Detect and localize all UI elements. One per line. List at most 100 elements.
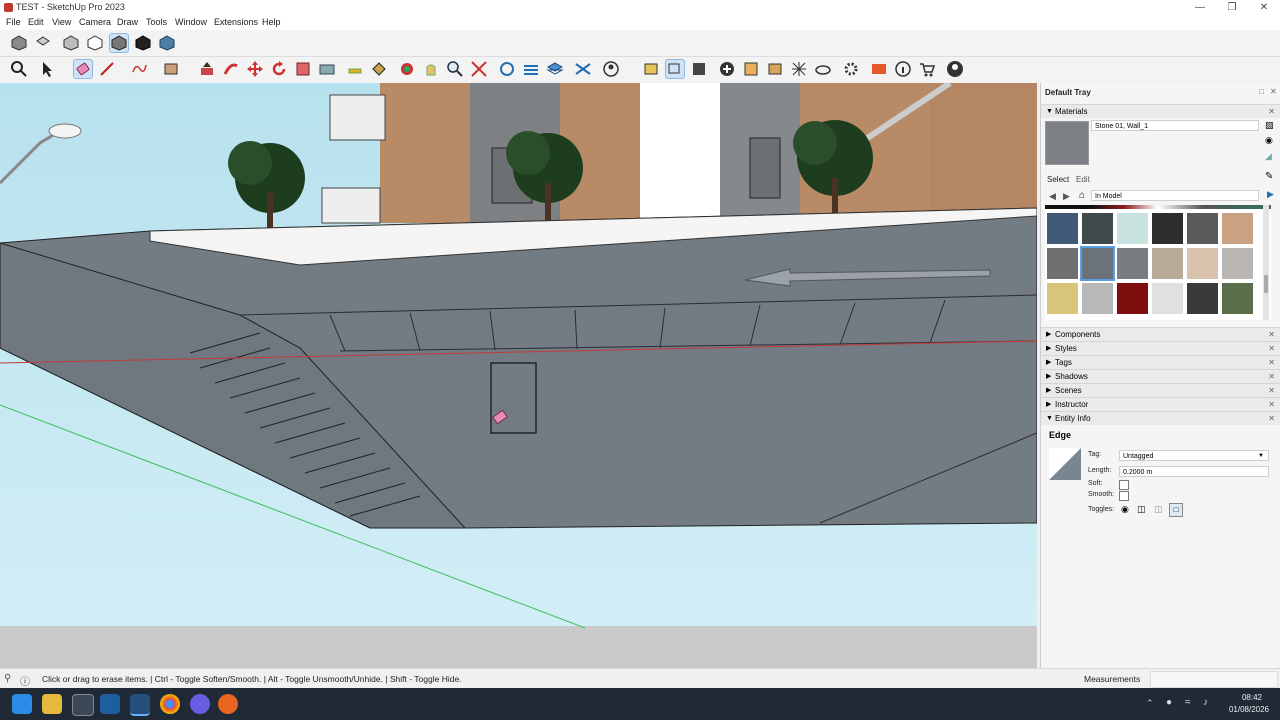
default-material-icon[interactable]: ◉ (1265, 135, 1273, 146)
components-header[interactable]: ▶ Components ✕ (1041, 327, 1280, 341)
tag-dropdown[interactable]: Untagged ▼ (1119, 450, 1269, 461)
back-view-icon[interactable] (109, 33, 129, 53)
chrome-icon[interactable] (160, 694, 180, 714)
orbit-icon[interactable] (398, 60, 416, 78)
layout-icon[interactable] (870, 60, 888, 78)
styles-icon[interactable] (574, 60, 592, 78)
tray-chevron-up-icon[interactable]: ⌃ (1146, 698, 1154, 709)
material-swatch[interactable] (1082, 213, 1113, 244)
tab-select[interactable]: Select (1047, 175, 1069, 184)
user-profile-icon[interactable] (946, 60, 964, 78)
follow-me-icon[interactable] (222, 60, 240, 78)
material-swatch[interactable] (1222, 248, 1253, 279)
material-swatch[interactable] (1082, 283, 1113, 314)
warehouse-icon[interactable] (642, 60, 660, 78)
sketchup-taskbar-icon[interactable] (100, 694, 120, 714)
clock-time[interactable]: 08:42 (1232, 693, 1272, 702)
extension-warehouse-icon[interactable] (690, 60, 708, 78)
material-swatch[interactable] (1187, 248, 1218, 279)
maximize-button[interactable]: ❐ (1216, 0, 1248, 15)
sandbox-icon[interactable] (522, 60, 540, 78)
collection-dropdown[interactable]: In Model (1091, 190, 1259, 201)
zoom-icon[interactable] (446, 60, 464, 78)
visibility-eye-icon[interactable]: ◉ (1121, 504, 1129, 515)
move-icon[interactable] (246, 60, 264, 78)
smooth-checkbox[interactable] (1119, 491, 1129, 501)
offset-icon[interactable] (318, 60, 336, 78)
menu-tools[interactable]: Tools (146, 17, 167, 27)
entity-info-header[interactable]: ▼ Entity Info ✕ (1041, 411, 1280, 425)
material-swatch[interactable] (1222, 283, 1253, 314)
cloud-icon[interactable] (814, 60, 832, 78)
settings-icon[interactable] (72, 694, 94, 716)
menu-extensions[interactable]: Extensions (214, 17, 258, 27)
microphone-icon[interactable]: ● (1166, 697, 1172, 708)
material-swatch[interactable] (1187, 213, 1218, 244)
credits-info-icon[interactable]: ⓘ (20, 673, 30, 688)
clock-date[interactable]: 01/08/2026 (1222, 705, 1276, 714)
scenes-header[interactable]: ▶ Scenes ✕ (1041, 383, 1280, 397)
cart-icon[interactable] (918, 60, 936, 78)
lock-toggle-icon[interactable]: □ (1169, 503, 1183, 517)
material-swatch[interactable] (1152, 248, 1183, 279)
material-swatch[interactable] (1222, 213, 1253, 244)
top-view-icon[interactable] (34, 34, 52, 52)
material-swatch[interactable] (1047, 283, 1078, 314)
toggle-terrain-icon[interactable] (766, 60, 784, 78)
search-icon[interactable] (10, 60, 28, 78)
bottom-view-icon[interactable] (158, 34, 176, 52)
pencil-line-icon[interactable] (98, 60, 116, 78)
scale-icon[interactable] (294, 60, 312, 78)
swatch-scrollbar[interactable] (1263, 205, 1269, 320)
material-swatch[interactable] (1117, 248, 1148, 279)
geolocation-icon[interactable]: ⚲ (4, 673, 11, 684)
details-arrow-icon[interactable]: ▶ (1267, 189, 1274, 200)
sketchup-active-icon[interactable] (130, 694, 150, 716)
front-view-icon[interactable] (62, 34, 80, 52)
menu-edit[interactable]: Edit (28, 17, 44, 27)
menu-file[interactable]: File (6, 17, 21, 27)
file-explorer-icon[interactable] (42, 694, 62, 714)
tray-close-icon[interactable]: ✕ (1270, 87, 1277, 96)
back-arrow-icon[interactable]: ◀ (1049, 191, 1056, 202)
section-close-icon[interactable]: ✕ (1268, 398, 1275, 411)
section-close-icon[interactable]: ✕ (1268, 412, 1275, 425)
info-icon[interactable] (894, 60, 912, 78)
menu-view[interactable]: View (52, 17, 71, 27)
menu-window[interactable]: Window (175, 17, 207, 27)
sample-paint-icon[interactable]: ◢ (1265, 151, 1272, 162)
wifi-icon[interactable]: ≈ (1185, 697, 1191, 708)
menu-help[interactable]: Help (262, 17, 281, 27)
modeling-viewport[interactable] (0, 83, 1037, 668)
instructor-header[interactable]: ▶ Instructor ✕ (1041, 397, 1280, 411)
shadows-header[interactable]: ▶ Shadows ✕ (1041, 369, 1280, 383)
material-swatch[interactable] (1047, 248, 1078, 279)
forward-arrow-icon[interactable]: ▶ (1063, 191, 1070, 202)
paint-bucket-icon[interactable] (370, 60, 388, 78)
menu-camera[interactable]: Camera (79, 17, 111, 27)
volume-icon[interactable]: ♪ (1203, 697, 1208, 708)
photo-texture-icon[interactable] (742, 60, 760, 78)
material-swatch[interactable] (1117, 283, 1148, 314)
tray-pin-icon[interactable]: □ (1259, 87, 1264, 96)
materials-header[interactable]: ▼ Materials ✕ (1041, 104, 1280, 118)
swatch-scrollbar-thumb[interactable] (1264, 275, 1268, 293)
home-icon[interactable]: ⌂ (1079, 190, 1085, 201)
receive-shadow-icon[interactable]: ◫ (1154, 504, 1163, 515)
section-plane-icon[interactable] (498, 60, 516, 78)
tab-edit[interactable]: Edit (1076, 175, 1090, 184)
iso-view-icon[interactable] (10, 34, 28, 52)
measurements-input[interactable] (1150, 671, 1278, 688)
section-close-icon[interactable]: ✕ (1268, 328, 1275, 341)
cast-shadow-icon[interactable]: ◫ (1137, 504, 1146, 515)
material-swatch[interactable] (1187, 283, 1218, 314)
menu-draw[interactable]: Draw (117, 17, 138, 27)
eraser-icon[interactable] (73, 59, 93, 79)
grid-icon[interactable] (790, 60, 808, 78)
start-windows-icon[interactable] (12, 694, 32, 714)
pan-icon[interactable] (422, 60, 440, 78)
zoom-extents-icon[interactable] (470, 60, 488, 78)
material-swatch[interactable] (1152, 283, 1183, 314)
soft-checkbox[interactable] (1119, 480, 1129, 490)
material-swatch[interactable] (1047, 213, 1078, 244)
